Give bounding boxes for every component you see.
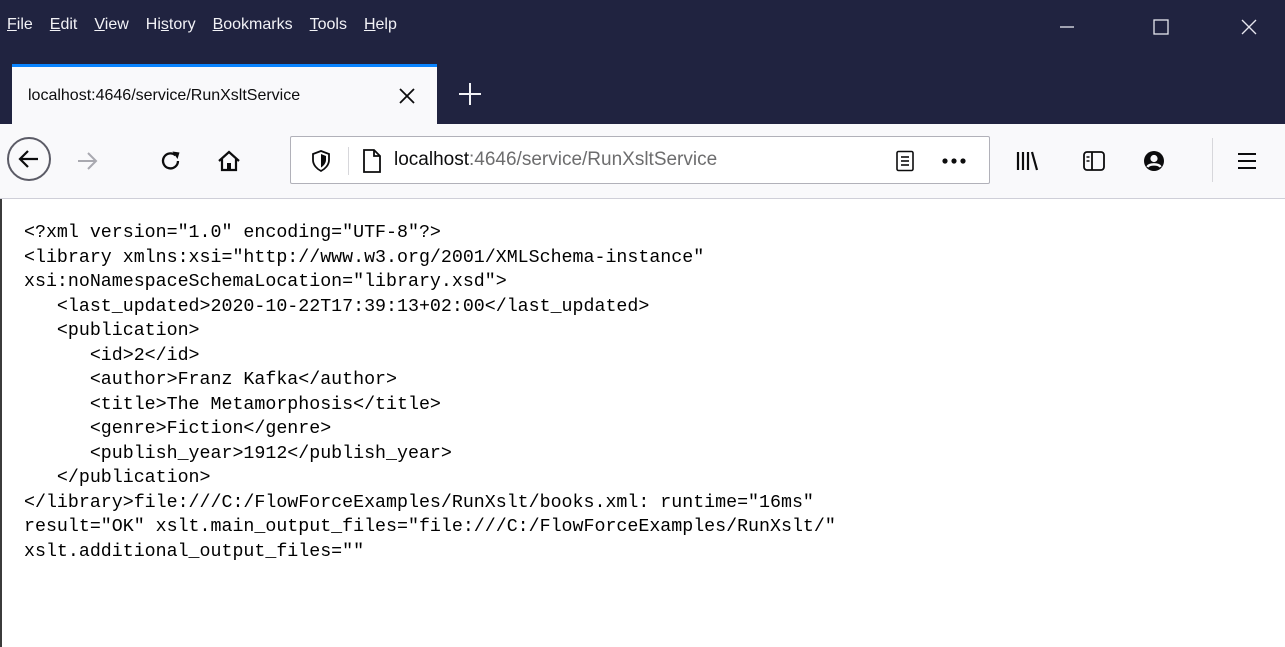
- sidebar-icon: [1083, 151, 1105, 171]
- minimize-icon: [1060, 26, 1074, 28]
- xml-line: </publication>: [24, 468, 211, 488]
- menu-history[interactable]: History: [146, 14, 196, 36]
- xml-line: <last_updated>2020-10-22T17:39:13+02:00<…: [24, 296, 650, 317]
- home-button[interactable]: [212, 144, 246, 178]
- tab-title: localhost:4646/service/RunXsltService: [28, 87, 301, 104]
- menu-file[interactable]: File: [7, 14, 33, 36]
- close-window-button[interactable]: [1218, 0, 1280, 54]
- url-host: localhost: [394, 149, 469, 170]
- xml-line: <title>The Metamorphosis</title>: [24, 394, 441, 415]
- nav-toolbar: localhost:4646/service/RunXsltService: [0, 124, 1285, 199]
- shield-icon[interactable]: [310, 149, 332, 173]
- library-button[interactable]: [1010, 144, 1044, 178]
- page-actions-icon[interactable]: [941, 157, 967, 165]
- account-button[interactable]: [1137, 144, 1171, 178]
- back-arrow-icon: [18, 150, 38, 168]
- reader-view-icon[interactable]: [895, 150, 915, 172]
- menu-help[interactable]: Help: [364, 14, 397, 36]
- toolbar-separator: [1212, 138, 1213, 182]
- minimize-button[interactable]: [1036, 0, 1098, 54]
- sidebar-button[interactable]: [1077, 144, 1111, 178]
- url-text: localhost:4646/service/RunXsltService: [394, 149, 717, 171]
- menu-bookmarks[interactable]: Bookmarks: [213, 14, 293, 36]
- xml-line: <genre>Fiction</genre>: [24, 419, 332, 439]
- page-content: <?xml version="1.0" encoding="UTF-8"?> <…: [0, 199, 1285, 647]
- xml-line: <?xml version="1.0" encoding="UTF-8"?>: [24, 223, 441, 243]
- menu-button[interactable]: [1230, 144, 1264, 178]
- menu-tools[interactable]: Tools: [310, 14, 347, 36]
- xml-line: <library xmlns:xsi="http://www.w3.org/20…: [24, 247, 705, 268]
- page-icon[interactable]: [362, 148, 382, 174]
- menu-view[interactable]: View: [94, 14, 128, 36]
- xml-document: <?xml version="1.0" encoding="UTF-8"?> <…: [24, 221, 836, 564]
- reload-icon: [161, 151, 180, 170]
- hamburger-menu-icon: [1238, 153, 1256, 169]
- xml-line: <id>2</id>: [24, 345, 200, 366]
- xml-line: </library>file:///C:/FlowForceExamples/R…: [24, 492, 814, 513]
- xml-line: <author>Franz Kafka</author>: [24, 370, 397, 390]
- reload-button[interactable]: [154, 144, 188, 178]
- menu-bar: File Edit View History Bookmarks Tools H…: [0, 0, 1285, 54]
- xml-line: xslt.additional_output_files="": [24, 541, 365, 562]
- new-tab-icon[interactable]: [456, 80, 484, 108]
- url-separator: [348, 147, 349, 175]
- home-icon: [218, 150, 240, 172]
- url-bar[interactable]: localhost:4646/service/RunXsltService: [290, 136, 990, 184]
- forward-arrow-icon: [78, 152, 98, 170]
- close-icon: [1241, 19, 1257, 35]
- maximize-button[interactable]: [1130, 0, 1192, 54]
- forward-button[interactable]: [70, 144, 104, 178]
- xml-line: result="OK" xslt.main_output_files="file…: [24, 517, 836, 537]
- xml-line: <publication>: [24, 321, 200, 341]
- account-icon: [1144, 151, 1164, 171]
- url-path: :4646/service/RunXsltService: [469, 149, 718, 170]
- xml-line: <publish_year>1912</publish_year>: [24, 443, 452, 464]
- menu-items: File Edit View History Bookmarks Tools H…: [7, 14, 414, 36]
- window-left-border: [0, 199, 2, 647]
- back-button[interactable]: [7, 137, 51, 181]
- menu-edit[interactable]: Edit: [50, 14, 78, 36]
- tab-active[interactable]: localhost:4646/service/RunXsltService: [12, 64, 437, 124]
- maximize-icon: [1153, 19, 1169, 35]
- xml-line: xsi:noNamespaceSchemaLocation="library.x…: [24, 272, 507, 292]
- close-tab-icon[interactable]: [394, 83, 420, 109]
- library-icon: [1016, 151, 1039, 171]
